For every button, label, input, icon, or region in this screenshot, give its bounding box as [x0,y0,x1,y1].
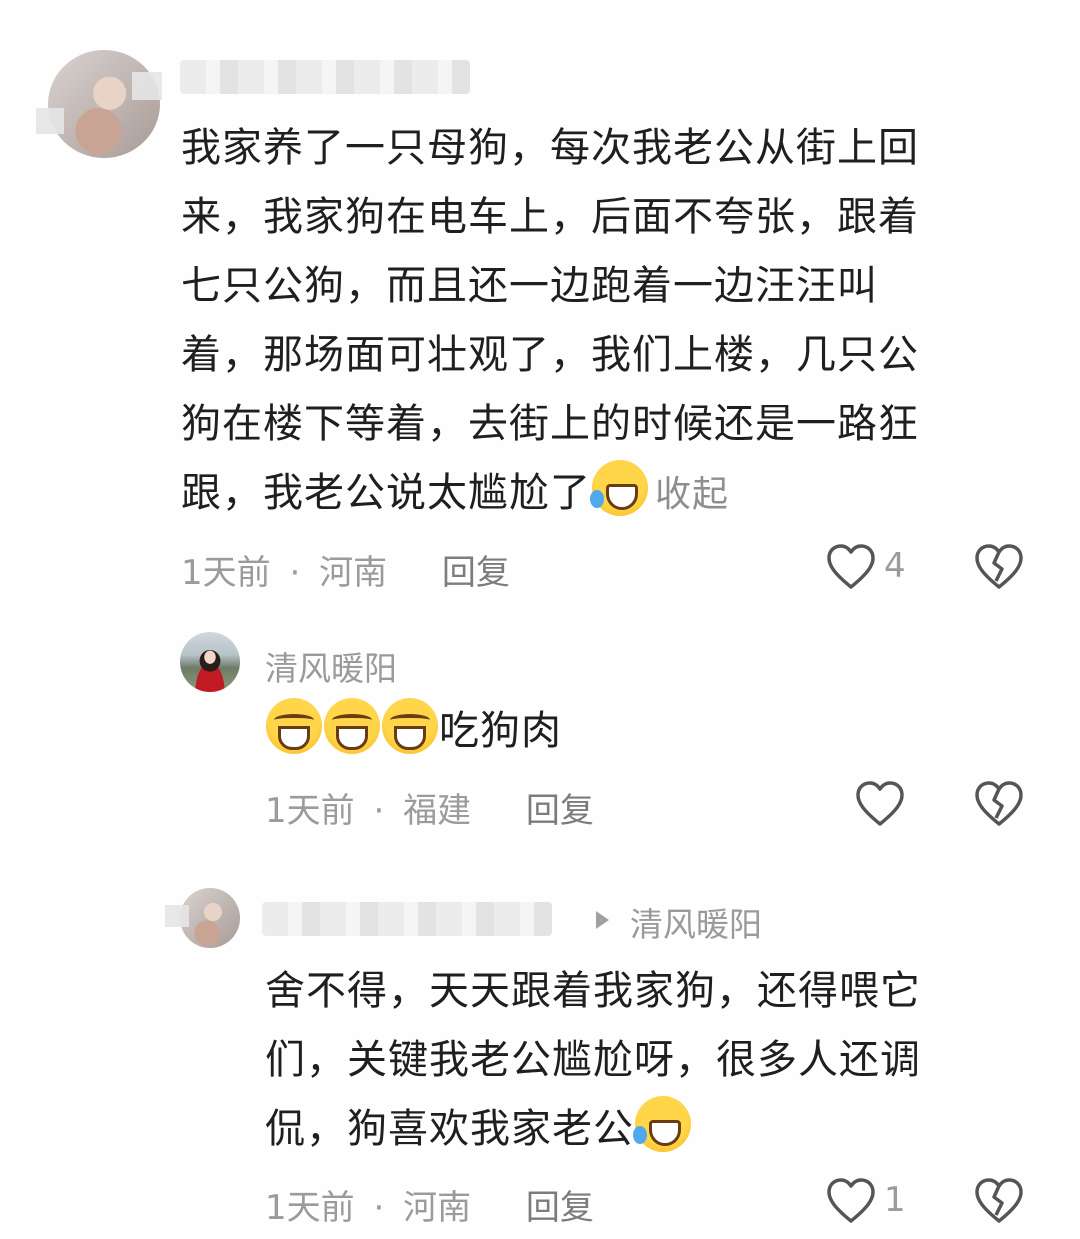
comment-text: 舍不得，天天跟着我家狗，还得喂它 们，关键我老公尴尬呀，很多人还调 侃，狗喜欢我… [265,957,1025,1164]
username-blurred[interactable] [180,60,470,94]
triangle-right-icon [596,911,609,929]
separator: · [373,1188,385,1228]
blur-pixel [165,905,189,927]
comment-body: 我家养了一只母狗，每次我老公从街上回 来，我家狗在电车上，后面不夸张，跟着 七只… [181,125,919,516]
separator: · [373,791,385,831]
blur-pixel [36,108,64,134]
avatar[interactable] [180,888,240,948]
broken-heart-icon[interactable] [974,543,1024,591]
timestamp: 1天前 [265,1188,355,1228]
collapse-link[interactable]: 收起 [655,474,729,515]
like-count: 4 [884,546,906,586]
avatar[interactable] [48,50,160,158]
like-count: 1 [884,1180,906,1220]
rofl-emoji-icon [633,1096,691,1152]
location: 河南 [319,553,388,593]
separator: · [289,553,301,593]
comment-text: 我家养了一只母狗，每次我老公从街上回 来，我家狗在电车上，后面不夸张，跟着 七只… [181,114,1011,529]
location: 河南 [403,1188,472,1228]
blur-pixel [132,72,162,100]
comment-text: 吃狗肉 [265,697,1025,766]
reply-button[interactable]: 回复 [442,553,510,593]
heart-outline-icon[interactable] [826,1177,876,1225]
timestamp: 1天前 [265,791,355,831]
comment-meta: 1天前 · 河南 回复 [265,1180,594,1229]
grin-emoji-icon [324,698,380,754]
grin-emoji-icon [266,698,322,754]
username-blurred[interactable] [262,902,552,936]
username[interactable]: 清风暖阳 [265,642,397,690]
reply-to-username[interactable]: 清风暖阳 [630,898,762,946]
heart-outline-icon[interactable] [826,543,876,591]
reply-button[interactable]: 回复 [526,1188,594,1228]
avatar[interactable] [180,632,240,692]
location: 福建 [403,791,472,831]
broken-heart-icon[interactable] [974,780,1024,828]
comment-body: 舍不得，天天跟着我家狗，还得喂它 们，关键我老公尴尬呀，很多人还调 侃，狗喜欢我… [265,968,921,1152]
timestamp: 1天前 [181,553,271,593]
broken-heart-icon[interactable] [974,1177,1024,1225]
comment-meta: 1天前 · 福建 回复 [265,783,594,832]
grin-emoji-icon [382,698,438,754]
rofl-emoji-icon [590,460,648,516]
comment-meta: 1天前 · 河南 回复 [181,545,510,594]
reply-button[interactable]: 回复 [526,791,594,831]
comment-body: 吃狗肉 [439,708,562,754]
heart-outline-icon[interactable] [855,780,905,828]
